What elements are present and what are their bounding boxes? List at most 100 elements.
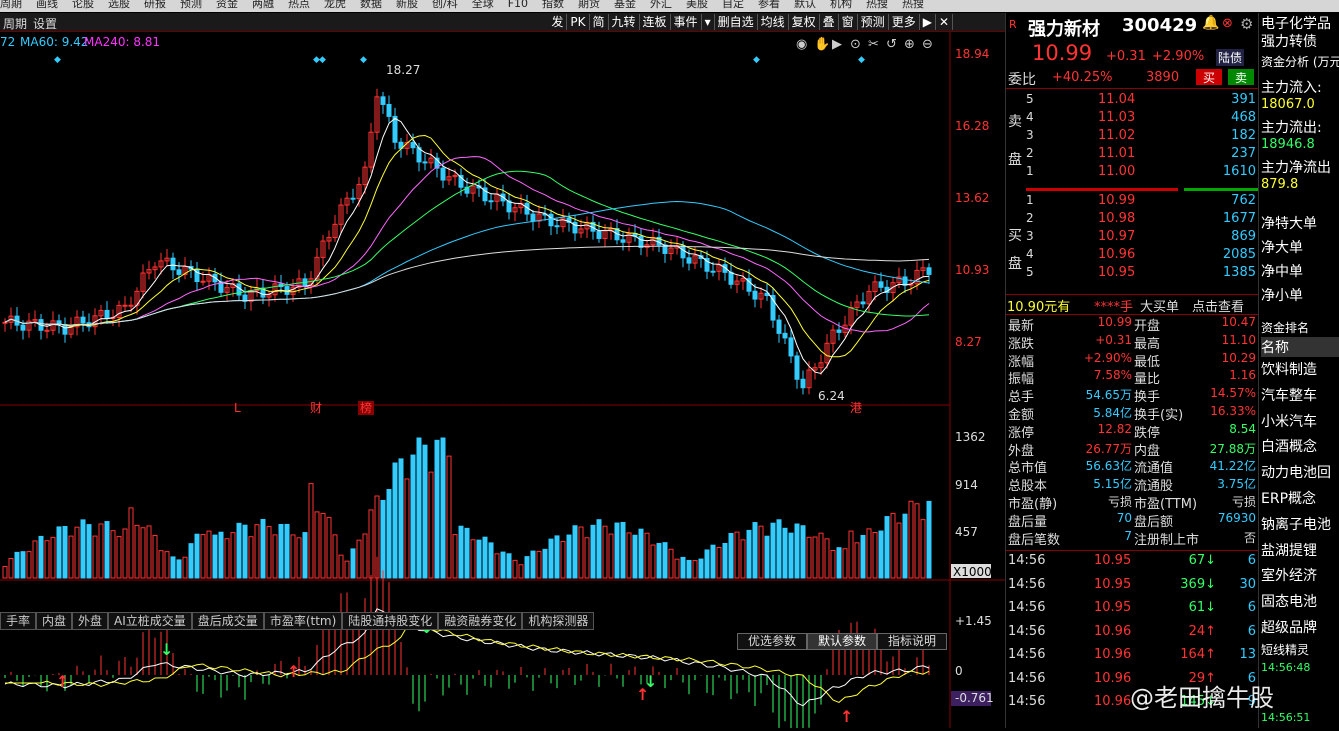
topnav-item[interactable]: 美股 bbox=[686, 0, 708, 12]
topnav-item[interactable]: 热搜 bbox=[866, 0, 888, 12]
sell-price[interactable]: 11.01 bbox=[1098, 146, 1135, 161]
toolbar-button[interactable]: 简 bbox=[590, 14, 609, 30]
indicator-tab[interactable]: 机构探测器 bbox=[522, 612, 595, 630]
topnav-item[interactable]: 数据 bbox=[360, 0, 382, 12]
toolbar-button[interactable]: 事件 bbox=[671, 14, 702, 30]
topnav-item[interactable]: 论股 bbox=[72, 0, 94, 12]
toolbar-button[interactable]: 删自选 bbox=[715, 14, 758, 30]
toolbar-button[interactable]: ▾ bbox=[702, 14, 715, 30]
concept-item[interactable]: 白酒概念 bbox=[1261, 436, 1317, 456]
toolbar-button[interactable]: 九转 bbox=[609, 14, 640, 30]
toolbar-button[interactable]: ▶ bbox=[920, 14, 936, 30]
topnav-item[interactable]: 机构 bbox=[830, 0, 852, 12]
topnav-item[interactable]: 期货 bbox=[578, 0, 600, 12]
topnav-item[interactable]: 基金 bbox=[614, 0, 636, 12]
top-navigation[interactable]: 周期 画线 论股 选股 研报 预测 资金 两融 热点 龙虎 数据 新股 创/科 全球 F10 指数 期货 基金 外汇… bbox=[0, 0, 1339, 12]
buy-price[interactable]: 10.96 bbox=[1098, 247, 1135, 262]
chart-tool-icon[interactable]: ◉ bbox=[796, 37, 807, 52]
topnav-item[interactable]: 研报 bbox=[144, 0, 166, 12]
menu-settings[interactable]: 设置 bbox=[33, 17, 57, 31]
toolbar-button[interactable]: 均线 bbox=[758, 14, 789, 30]
bigorder-link[interactable]: 点击查看 bbox=[1192, 296, 1244, 315]
indicator-tab[interactable]: 陆股通持股变化 bbox=[342, 612, 439, 630]
gear-icon[interactable]: ⚙ bbox=[1240, 15, 1253, 33]
indicator-tab[interactable]: 盘后成交量 bbox=[191, 612, 264, 630]
kline-chart-area[interactable]: 72 MA60: 9.42 MA240: 8.81 ◉ ✋ ▶ ⊙ ✂ ↺ ⊕ ⊖ 18.94 16.2… bbox=[0, 32, 1005, 731]
topnav-item[interactable]: F10 bbox=[508, 0, 528, 12]
topnav-item[interactable]: 自定 bbox=[722, 0, 744, 12]
sell-price[interactable]: 11.03 bbox=[1098, 110, 1135, 125]
stock-tag[interactable]: 陆债 bbox=[1216, 49, 1245, 66]
topnav-item[interactable]: 指数 bbox=[542, 0, 564, 12]
toolbar-button[interactable]: PK bbox=[567, 14, 590, 30]
chart-toolbar[interactable]: 发 PK 简九转 连板 事件 ▾ 删自选 均线 复权叠窗预测 更多 ▶ ✕ bbox=[548, 14, 953, 30]
sell-price[interactable]: 11.00 bbox=[1098, 164, 1135, 179]
concept-item[interactable]: 盐湖提锂 bbox=[1261, 540, 1317, 560]
event-marker[interactable]: L bbox=[234, 401, 241, 415]
toolbar-button[interactable]: 连板 bbox=[640, 14, 671, 30]
topnav-item[interactable]: 热点 bbox=[288, 0, 310, 12]
sell-price[interactable]: 11.02 bbox=[1098, 128, 1135, 143]
concept-item[interactable]: 超级品牌 bbox=[1261, 617, 1317, 637]
indicator-tab[interactable]: 手率 bbox=[0, 612, 37, 630]
buy-price[interactable]: 10.99 bbox=[1098, 193, 1135, 208]
chart-tool-icon[interactable]: ⊖ bbox=[922, 37, 933, 52]
buy-price[interactable]: 10.95 bbox=[1098, 265, 1135, 280]
topnav-item[interactable]: 默认 bbox=[794, 0, 816, 12]
toolbar-button[interactable]: 更多 bbox=[889, 14, 920, 30]
concept-item[interactable]: 动力电池回 bbox=[1261, 462, 1331, 482]
menu-period[interactable]: 周期 bbox=[3, 17, 27, 31]
sell-price[interactable]: 11.04 bbox=[1098, 92, 1135, 107]
sell-button[interactable]: 卖 bbox=[1228, 69, 1254, 85]
indicator-tab[interactable]: 融资融券变化 bbox=[438, 612, 523, 630]
sidebar-top-item[interactable]: 强力转债 bbox=[1261, 31, 1317, 51]
indicator-tab[interactable]: 市盈率(ttm) bbox=[263, 612, 343, 630]
macd-param-button[interactable]: 指标说明 bbox=[876, 633, 947, 650]
topnav-item[interactable]: 周期 bbox=[0, 0, 22, 12]
toolbar-button[interactable]: 预测 bbox=[858, 14, 889, 30]
event-marker[interactable]: 榜 bbox=[360, 400, 372, 415]
topnav-item[interactable]: 选股 bbox=[108, 0, 130, 12]
concept-item[interactable]: 钠离子电池 bbox=[1261, 514, 1331, 534]
topnav-item[interactable]: 龙虎 bbox=[324, 0, 346, 12]
indicator-tab[interactable]: AI立桩成交量 bbox=[108, 612, 192, 630]
indicator-tab[interactable]: 外盘 bbox=[72, 612, 109, 630]
bell-icon[interactable]: 🔔 bbox=[1202, 15, 1219, 31]
concept-item[interactable]: 固态电池 bbox=[1261, 591, 1317, 611]
chart-tool-icon[interactable]: ▶ bbox=[832, 37, 842, 52]
topnav-item[interactable]: 新股 bbox=[396, 0, 418, 12]
alert-icon[interactable]: ⊗ bbox=[1222, 16, 1233, 31]
event-marker[interactable]: 财 bbox=[310, 401, 322, 415]
concept-item[interactable]: 汽车整车 bbox=[1261, 385, 1317, 405]
indicator-tabs[interactable]: 手率 内盘 外盘 AI立桩成交量 盘后成交量 市盈率(ttm) 陆股通持股变化 融资融券变化机… bbox=[0, 612, 595, 630]
topnav-item[interactable]: 参看 bbox=[758, 0, 780, 12]
topnav-item[interactable]: 资金 bbox=[216, 0, 238, 12]
indicator-tab[interactable]: 内盘 bbox=[36, 612, 73, 630]
topnav-item[interactable]: 两融 bbox=[252, 0, 274, 12]
toolbar-button[interactable]: 发 bbox=[548, 14, 568, 30]
topnav-item[interactable]: 画线 bbox=[36, 0, 58, 12]
chart-tool-icon[interactable]: ✋ bbox=[814, 36, 830, 52]
topnav-item[interactable]: 热搜 bbox=[902, 0, 924, 12]
sidebar-top-item[interactable]: 电子化学品 bbox=[1261, 13, 1331, 33]
buy-price[interactable]: 10.97 bbox=[1098, 229, 1135, 244]
toolbar-button[interactable]: ✕ bbox=[936, 14, 953, 30]
chart-tool-icon[interactable]: ⊕ bbox=[904, 37, 915, 52]
concept-item[interactable]: ERP概念 bbox=[1261, 488, 1316, 508]
toolbar-button[interactable]: 复权 bbox=[789, 14, 820, 30]
topnav-item[interactable]: 外汇 bbox=[650, 0, 672, 12]
chart-tool-icon[interactable]: ↺ bbox=[886, 37, 897, 52]
concept-item[interactable]: 饮料制造 bbox=[1261, 359, 1317, 379]
toolbar-button[interactable]: 窗 bbox=[839, 14, 858, 30]
concept-item[interactable]: 室外经济 bbox=[1261, 565, 1317, 585]
chart-tool-icon[interactable]: ⊙ bbox=[850, 37, 861, 52]
macd-buttons[interactable]: 优选参数 默认参数 指标说明 bbox=[736, 633, 947, 650]
concept-item[interactable]: 小米汽车 bbox=[1261, 411, 1317, 431]
macd-param-button[interactable]: 优选参数 bbox=[736, 633, 807, 650]
event-marker[interactable]: 港 bbox=[850, 401, 862, 415]
topnav-item[interactable]: 全球 bbox=[472, 0, 494, 12]
chart-tool-icon[interactable]: ✂ bbox=[868, 37, 879, 52]
buy-button[interactable]: 买 bbox=[1196, 69, 1222, 85]
macd-param-button[interactable]: 默认参数 bbox=[806, 633, 877, 650]
topnav-item[interactable]: 创/科 bbox=[432, 0, 458, 12]
